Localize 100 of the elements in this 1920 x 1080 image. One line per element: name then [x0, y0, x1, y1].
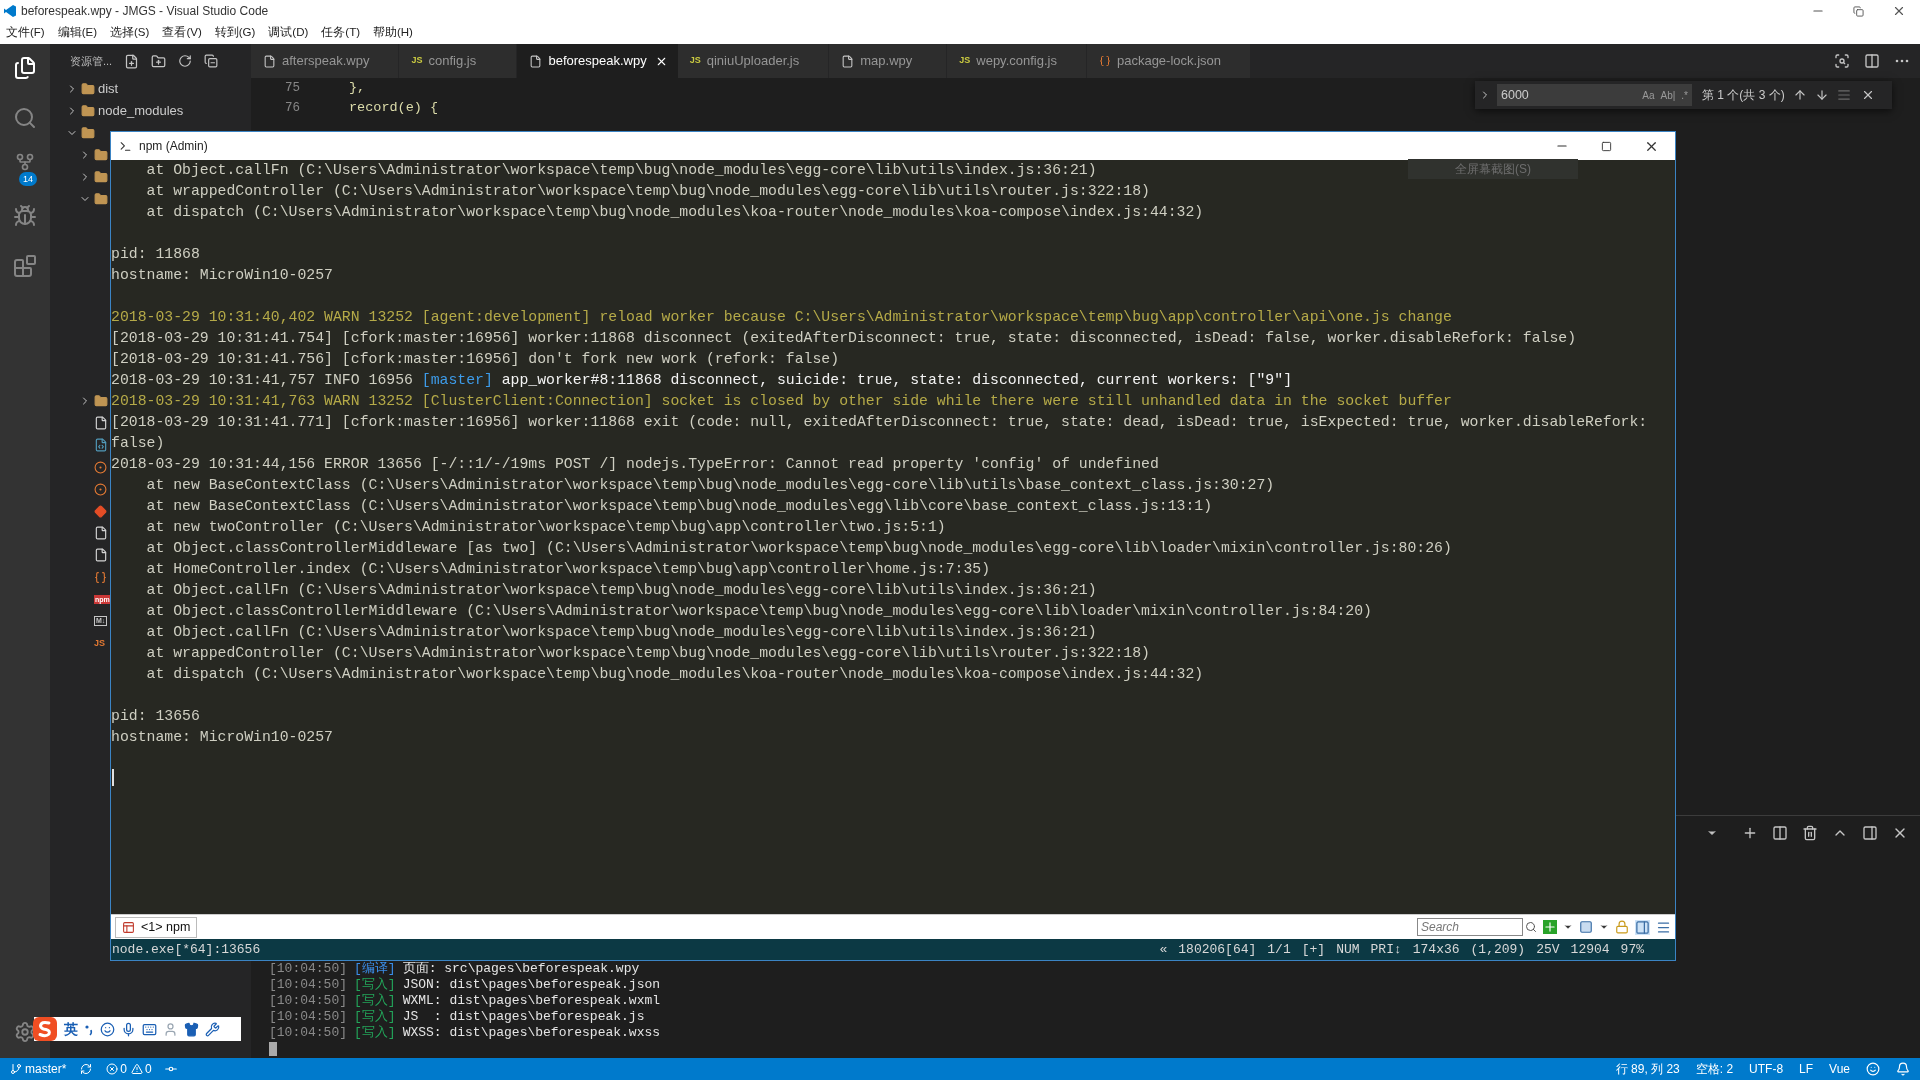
caret-icon[interactable] [1599, 922, 1609, 932]
lock-icon[interactable] [1615, 920, 1629, 934]
line-ending[interactable]: LF [1799, 1060, 1814, 1078]
folder-icon [94, 394, 108, 408]
terminal-line: false) [111, 434, 165, 453]
braces-icon [94, 570, 107, 584]
find-option-toggle[interactable]: Ab| [1660, 87, 1676, 103]
find-option-toggle[interactable]: Aa [1642, 87, 1655, 103]
shirt-icon[interactable] [184, 1021, 199, 1037]
menu-icon[interactable] [1656, 919, 1671, 935]
match-count: 第 1 个(共 3 个) [1702, 87, 1785, 104]
tree-item-label[interactable]: dist [98, 79, 119, 99]
tab-label: map.wpy [860, 52, 913, 71]
warning-count[interactable]: 0 [145, 1060, 152, 1078]
line-number: 76 [284, 99, 300, 117]
folder-icon [81, 104, 95, 118]
files-icon[interactable] [13, 56, 37, 80]
panel-icon[interactable] [1862, 825, 1878, 841]
editor-tab[interactable]: afterspeak.wpy [251, 44, 400, 78]
restore-icon[interactable] [1853, 5, 1864, 17]
warning-icon [131, 1063, 144, 1075]
search-icon[interactable] [13, 106, 37, 130]
editor-tab[interactable]: JS config.js [399, 44, 518, 78]
cursor-position[interactable]: 行 89, 列 23 [1615, 1060, 1680, 1078]
new-folder-icon[interactable] [151, 53, 167, 69]
find-option-toggle[interactable]: .* [1681, 87, 1688, 103]
terminal-line: at new BaseContextClass (C:\Users\Administrator\workspace\temp\bug\node_modules\egg\lib\core\base_context_class.js:13:1) [145, 497, 1213, 516]
menu-item[interactable]: 帮助(H) [373, 24, 413, 42]
panel-toggle-icon[interactable] [1635, 919, 1650, 935]
bell-icon[interactable] [1896, 1062, 1910, 1076]
smiley-icon[interactable] [1866, 1062, 1880, 1076]
log-text: 页面: src\pages\beforespeak.wpy [402, 960, 640, 979]
log-text: WXML: dist\pages\beforespeak.wxml [402, 992, 661, 1011]
error-count[interactable]: 0 [120, 1060, 128, 1078]
search-icon[interactable] [1525, 921, 1537, 933]
split-editor-icon[interactable] [1864, 53, 1880, 69]
terminal-line: pid: 13656 [111, 707, 200, 726]
editor-tab[interactable]: package-lock.json [1086, 44, 1251, 78]
terminal-line: at Object.callFn (C:\Users\Administrator\workspace\temp\bug\node_modules\egg-core\lib\utils\index.js:36:21) [145, 581, 1097, 600]
status-item: 174x36 [1412, 940, 1460, 959]
add-icon[interactable] [1742, 825, 1758, 841]
status-item: 180206[64] [1178, 940, 1257, 959]
editor-tab[interactable]: JS qiniuUploader.js [677, 44, 830, 78]
log-time: [10:04:50] [269, 976, 347, 995]
menu-item[interactable]: 调试(D) [268, 24, 309, 42]
branch-name[interactable]: master* [25, 1060, 67, 1078]
terminal-line: at dispatch (C:\Users\Administrator\workspace\temp\bug\node_modules\koa-router\node_modules\koa-compose\index.js:44:32) [145, 203, 1204, 222]
maximize-icon[interactable] [1601, 140, 1612, 152]
sync-icon[interactable] [80, 1063, 93, 1075]
terminal-line: at HomeController.index (C:\Users\Administrator\workspace\temp\bug\app\controller\home.js:7:35) [145, 560, 991, 579]
input-mode[interactable]: 英 [64, 1018, 78, 1040]
find-input[interactable]: 6000 Aa Ab| .* [1497, 84, 1692, 106]
menu-item[interactable]: 任务(T) [321, 24, 360, 42]
split-icon[interactable] [1772, 825, 1788, 841]
window-icon[interactable] [1579, 920, 1593, 934]
terminal-line: [2018-03-29 10:31:41.754] [cfork:master:16956] worker:11868 disconnect (exitedAfterDisconnect: true, state: disconnected, isDead: false, worker.disableRefork: false) [111, 329, 1577, 348]
keyboard-icon[interactable] [142, 1021, 157, 1037]
console-tab[interactable]: <1> npm [115, 916, 198, 938]
explorer-title: 资源管... [70, 53, 113, 69]
emoji-icon[interactable] [100, 1021, 115, 1037]
debug-icon[interactable] [13, 204, 37, 228]
language-mode[interactable]: Vue [1829, 1060, 1850, 1078]
editor-tab[interactable]: beforespeak.wpy [517, 44, 678, 78]
caret-icon[interactable] [1563, 922, 1573, 932]
trash-icon[interactable] [1802, 825, 1818, 841]
tree-item-label[interactable]: node_modules [98, 101, 184, 121]
refresh-icon[interactable] [178, 54, 193, 68]
menu-item[interactable]: 文件(F) [6, 24, 45, 42]
error-icon [106, 1063, 119, 1075]
indentation[interactable]: 空格: 2 [1695, 1060, 1734, 1078]
status-item: 97% [1620, 940, 1644, 959]
menu-item[interactable]: 查看(V) [162, 24, 202, 42]
terminal-line: 2018-03-29 10:31:41,757 INFO 16956 [master] app_worker#8:11868 disconnect, suicide: true, state: disconnected, current workers: ["9"] [111, 371, 1292, 390]
close-icon[interactable] [1892, 4, 1906, 18]
code-line: record(e) { [349, 98, 439, 117]
menu-item[interactable]: 选择(S) [110, 24, 150, 42]
folder-icon [94, 170, 108, 184]
extensions-icon[interactable] [13, 254, 37, 278]
compare-icon[interactable] [1834, 53, 1850, 69]
encoding[interactable]: UTF-8 [1749, 1060, 1784, 1078]
previous-match-icon[interactable] [1792, 88, 1807, 102]
collapse-icon[interactable] [204, 54, 219, 68]
source-control-icon[interactable] [15, 152, 35, 172]
terminal-line: at new twoController (C:\Users\Administrator\workspace\temp\bug\app\controller\two.js:5:1) [145, 518, 946, 537]
new-file-icon[interactable] [124, 53, 140, 69]
diamond-icon [94, 504, 107, 518]
next-match-icon[interactable] [1814, 88, 1829, 102]
search-field[interactable]: Search [1417, 918, 1523, 936]
editor-tab[interactable]: map.wpy [829, 44, 948, 78]
text-cursor [112, 769, 114, 786]
menu-item[interactable]: 转到(G) [214, 24, 256, 42]
settings-icon[interactable] [14, 1021, 36, 1043]
terminal-line: [2018-03-29 10:31:41.756] [cfork:master:16956] don't fork new work (refork: false) [111, 350, 840, 369]
menu-item[interactable]: 编辑(E) [57, 24, 98, 42]
wrench-icon[interactable] [205, 1021, 220, 1037]
tab-label: afterspeak.wpy [282, 52, 370, 71]
status-item: « [1159, 940, 1168, 959]
microphone-icon[interactable] [121, 1021, 136, 1037]
editor-tab[interactable]: JS wepy.config.js [947, 44, 1087, 78]
terminal-line: hostname: MicroWin10-0257 [111, 728, 333, 747]
